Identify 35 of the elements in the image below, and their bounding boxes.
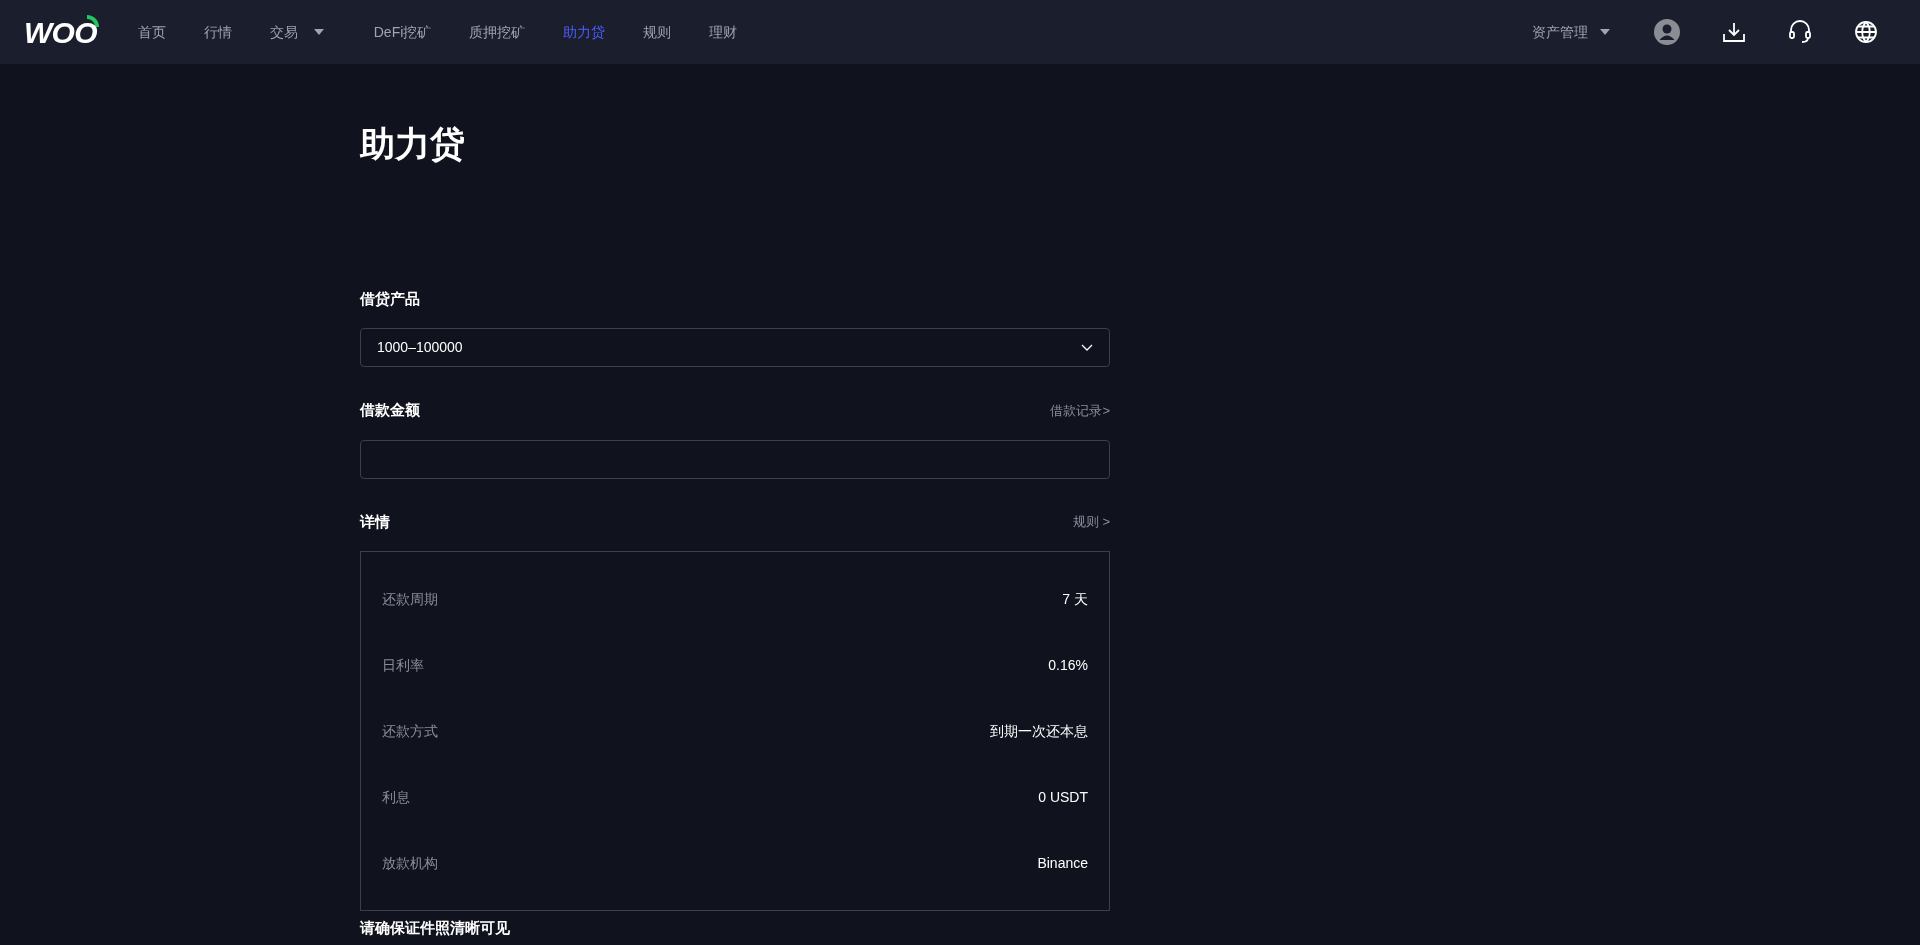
detail-label: 还款方式 [382, 721, 438, 741]
nav-link[interactable]: 首页 [118, 21, 185, 43]
detail-label: 还款周期 [382, 589, 438, 609]
detail-value: 0 USDT [1038, 787, 1088, 807]
detail-value: Binance [1037, 853, 1088, 873]
loan-records-link[interactable]: 借款记录> [1050, 400, 1110, 420]
nav-link[interactable]: DeFi挖矿 [354, 21, 451, 43]
note-text: 请确保证件照清晰可见 [360, 918, 510, 938]
detail-label: 利息 [382, 787, 410, 807]
section-label: 借款金额 [360, 400, 420, 420]
page-title: 助力贷 [360, 123, 465, 165]
user-avatar-icon[interactable] [1654, 19, 1680, 45]
nav-link[interactable]: 理财 [690, 21, 757, 43]
caret-icon [313, 29, 324, 35]
globe-icon[interactable] [1854, 20, 1878, 44]
detail-value: 0.16% [1048, 655, 1088, 675]
detail-value: 7 天 [1062, 589, 1088, 609]
nav-link[interactable]: 行情 [184, 21, 251, 43]
product-select[interactable]: 1000–100000 [360, 328, 1110, 367]
section-label: 详情 [360, 511, 390, 532]
rules-link[interactable]: 规则 > [1072, 512, 1110, 532]
chevron-down-icon [1081, 343, 1093, 352]
detail-label: 日利率 [382, 655, 424, 675]
detail-label: 放款机构 [382, 853, 438, 873]
download-icon[interactable] [1722, 20, 1746, 44]
section-label: 借贷产品 [360, 288, 420, 309]
nav-link[interactable]: 交易 [250, 21, 343, 43]
nav-link[interactable]: 质押挖矿 [450, 21, 545, 43]
detail-value: 到期一次还本息 [990, 721, 1088, 741]
headset-icon[interactable] [1788, 19, 1812, 45]
amount-input-field[interactable] [360, 439, 1110, 479]
nav-link[interactable]: 规则 [624, 21, 691, 43]
logo[interactable]: WOO [24, 9, 97, 55]
asset-menu[interactable]: 资产管理 [1532, 21, 1610, 43]
caret-icon [1600, 29, 1610, 35]
